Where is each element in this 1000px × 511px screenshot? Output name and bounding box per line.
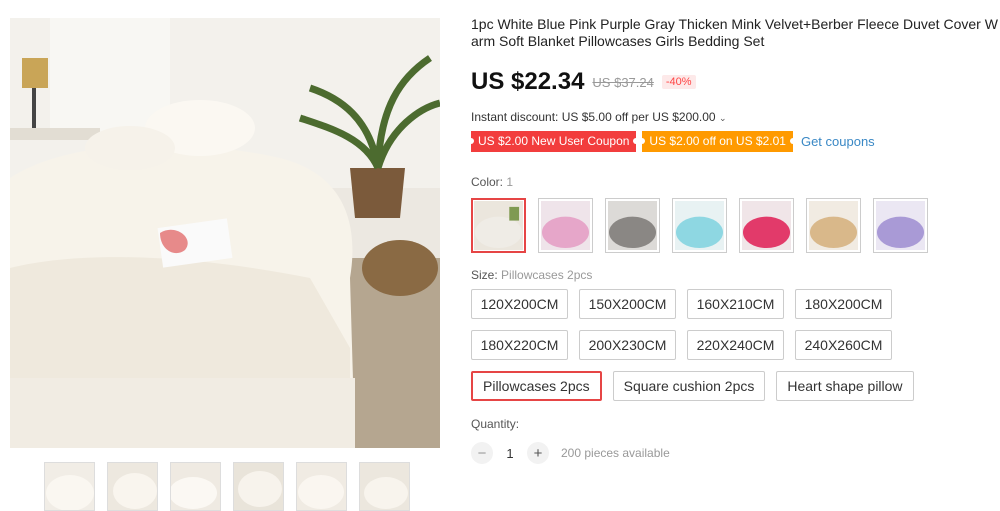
product-info: 1pc White Blue Pink Purple Gray Thicken … bbox=[467, 16, 999, 464]
size-option-heart-pillow[interactable]: Heart shape pillow bbox=[776, 371, 914, 401]
price-row: US $22.34 US $37.24 -40% bbox=[471, 66, 999, 98]
color-value: 1 bbox=[506, 175, 514, 189]
size-option-pillowcases[interactable]: Pillowcases 2pcs bbox=[471, 371, 602, 401]
discount-badge: -40% bbox=[661, 75, 696, 89]
quantity-plus-button[interactable]: + bbox=[527, 442, 549, 464]
color-swatch-rose[interactable] bbox=[739, 198, 794, 253]
size-option-220x240[interactable]: 220X240CM bbox=[687, 330, 784, 360]
color-swatch-white[interactable] bbox=[471, 198, 526, 253]
color-label-row: Color: 1 bbox=[471, 175, 999, 189]
get-coupons-link[interactable]: Get coupons bbox=[801, 134, 875, 149]
current-price: US $22.34 bbox=[471, 68, 585, 95]
main-product-image bbox=[10, 18, 440, 448]
color-swatches bbox=[471, 198, 999, 253]
size-option-240x260[interactable]: 240X260CM bbox=[795, 330, 892, 360]
quantity-label: Quantity: bbox=[471, 417, 520, 431]
size-label: Size: bbox=[471, 268, 498, 282]
store-coupon[interactable]: US $2.00 off on US $2.01 bbox=[639, 131, 796, 152]
thumbnail-strip bbox=[44, 462, 410, 511]
product-title: 1pc White Blue Pink Purple Gray Thicken … bbox=[471, 16, 998, 49]
color-swatch-blue[interactable] bbox=[672, 198, 727, 253]
color-swatch-camel[interactable] bbox=[806, 198, 861, 253]
size-option-180x220[interactable]: 180X220CM bbox=[471, 330, 568, 360]
color-label: Color: bbox=[471, 175, 504, 189]
instant-discount-text: Instant discount: US $5.00 off per US $2… bbox=[471, 110, 716, 124]
instant-discount[interactable]: Instant discount: US $5.00 off per US $2… bbox=[471, 110, 999, 124]
size-option-180x200[interactable]: 180X200CM bbox=[795, 289, 892, 319]
original-price: US $37.24 bbox=[592, 74, 654, 90]
size-option-150x200[interactable]: 150X200CM bbox=[579, 289, 676, 319]
new-user-coupon[interactable]: US $2.00 New User Coupon bbox=[467, 131, 640, 152]
size-option-200x230[interactable]: 200X230CM bbox=[579, 330, 676, 360]
quantity-stepper: − 1 + 200 pieces available bbox=[471, 442, 999, 464]
color-swatch-gray[interactable] bbox=[605, 198, 660, 253]
chevron-down-icon[interactable]: ⌄ bbox=[719, 113, 727, 123]
thumbnail[interactable] bbox=[44, 462, 95, 511]
size-label-row: Size: Pillowcases 2pcs bbox=[471, 268, 999, 282]
coupon-row: US $2.00 New User Coupon US $2.00 off on… bbox=[467, 131, 999, 152]
size-option-160x210[interactable]: 160X210CM bbox=[687, 289, 784, 319]
color-swatch-pink[interactable] bbox=[538, 198, 593, 253]
thumbnail[interactable] bbox=[107, 462, 158, 511]
size-option-square-cushion[interactable]: Square cushion 2pcs bbox=[612, 371, 766, 401]
thumbnail[interactable] bbox=[296, 462, 347, 511]
size-value: Pillowcases 2pcs bbox=[501, 268, 593, 282]
thumbnail[interactable] bbox=[359, 462, 410, 511]
quantity-value[interactable]: 1 bbox=[503, 446, 517, 461]
size-option-120x200[interactable]: 120X200CM bbox=[471, 289, 568, 319]
quantity-minus-button[interactable]: − bbox=[471, 442, 493, 464]
thumbnail[interactable] bbox=[233, 462, 284, 511]
color-swatch-purple[interactable] bbox=[873, 198, 928, 253]
thumbnail[interactable] bbox=[170, 462, 221, 511]
stock-available: 200 pieces available bbox=[561, 446, 670, 460]
size-options: 120X200CM 150X200CM 160X210CM 180X200CM … bbox=[471, 289, 941, 401]
